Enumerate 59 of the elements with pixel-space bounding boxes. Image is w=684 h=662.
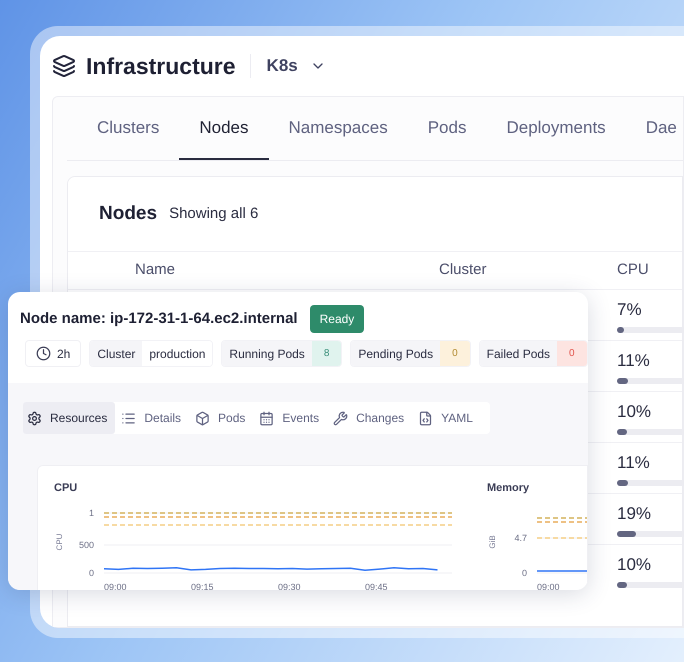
age-text: 2h <box>57 346 70 362</box>
detail-tab[interactable]: Changes <box>329 402 412 434</box>
axis-title: GiB <box>488 534 497 548</box>
axis-title: CPU <box>55 533 64 550</box>
nav-tab[interactable]: Pods <box>408 97 486 160</box>
settings-icon <box>27 410 42 426</box>
card-title: Nodes <box>99 202 158 226</box>
chip-value: 0 <box>557 341 587 366</box>
nav-tab[interactable]: Clusters <box>77 97 180 160</box>
wrench-icon <box>333 410 348 426</box>
detail-tab[interactable]: Details <box>117 402 190 434</box>
cpu-percent: 10% <box>617 401 652 424</box>
app-title: Infrastructure <box>86 52 236 81</box>
axis-label: 09:45 <box>365 582 388 590</box>
axis-label: 4.7 <box>514 532 527 542</box>
chip-value: 0 <box>440 341 470 366</box>
axis-label: 09:00 <box>104 582 127 590</box>
nav-tab[interactable]: Deployments <box>486 97 626 160</box>
cpu-percent: 7% <box>617 299 642 322</box>
axis-label: 1 <box>88 508 94 518</box>
chart-title: Memory <box>487 481 530 496</box>
chip-value: 8 <box>312 341 342 366</box>
axis-label: 09:30 <box>278 582 301 590</box>
usage-line <box>537 570 587 572</box>
column-header: CPU <box>617 260 649 280</box>
detail-tab[interactable]: Pods <box>191 402 254 434</box>
layers-icon <box>52 54 76 78</box>
node-title: Node name: ip-172-31-1-64.ec2.internal <box>20 308 298 329</box>
list-icon <box>121 410 136 426</box>
nav-tab[interactable]: Dae <box>626 97 684 160</box>
column-header: Cluster <box>439 260 487 280</box>
code-file-icon <box>418 410 434 426</box>
detail-tab[interactable]: Resources <box>23 402 116 434</box>
cpu-percent: 11% <box>617 452 650 474</box>
chip-label: Running Pods <box>222 341 312 366</box>
axis-label: 0 <box>522 568 527 578</box>
cpu-percent: 11% <box>617 350 650 372</box>
chip-label: Failed Pods <box>480 341 558 366</box>
context-dropdown[interactable]: K8s <box>266 53 326 79</box>
status-badge: Ready <box>310 305 364 333</box>
card-subtitle: Showing all 6 <box>169 204 258 224</box>
axis-label: 09:00 <box>537 582 560 590</box>
cube-icon <box>195 410 210 426</box>
clock-icon <box>36 346 51 361</box>
nav-tab[interactable]: Namespaces <box>268 97 408 160</box>
detail-tab[interactable]: Events <box>255 402 328 434</box>
axis-label: 09:15 <box>191 582 214 590</box>
column-header: Name <box>135 260 176 280</box>
chip-label: Pending Pods <box>351 341 440 366</box>
cpu-percent: 19% <box>617 503 652 526</box>
nav-tab[interactable]: Nodes <box>179 97 268 160</box>
axis-label: 0 <box>88 568 94 578</box>
cpu-percent: 10% <box>617 554 652 576</box>
axis-label: 500 <box>78 540 94 550</box>
calendar-icon <box>259 410 274 426</box>
chart-title: CPU <box>54 481 78 496</box>
chip-label: Cluster <box>90 341 142 366</box>
detail-tab[interactable]: YAML <box>414 402 481 434</box>
threshold-lines <box>537 516 587 538</box>
